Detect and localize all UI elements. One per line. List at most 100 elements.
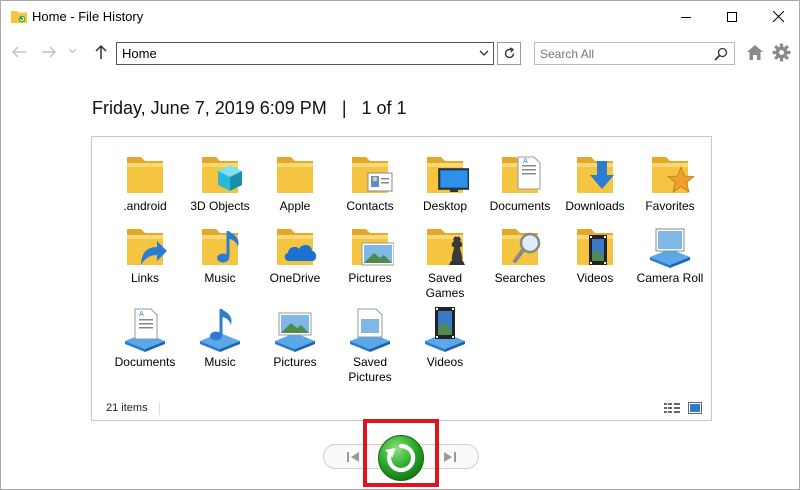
file-item[interactable]: Links: [107, 221, 183, 286]
file-item[interactable]: A Documents: [482, 149, 558, 214]
next-icon: [444, 452, 456, 462]
file-item-label: Searches: [494, 271, 546, 285]
folder-documents-icon: A: [496, 149, 544, 197]
file-item[interactable]: Music: [182, 305, 258, 370]
recent-locations-chevron-icon[interactable]: [68, 47, 77, 55]
item-count: 21 items: [106, 402, 148, 414]
file-item-label: .android: [123, 199, 167, 213]
folder-saved-games-icon: [421, 221, 469, 269]
file-history-window: Home - File History Home Search All Frid…: [0, 0, 800, 490]
file-history-app-icon: [11, 11, 27, 23]
address-value: Home: [122, 46, 157, 61]
file-item[interactable]: .android: [107, 149, 183, 214]
backup-date: Friday, June 7, 2019 6:09 PM: [92, 98, 327, 118]
folder-searches-icon: [496, 221, 544, 269]
file-item[interactable]: Searches: [482, 221, 558, 286]
file-item-label: Favorites: [645, 199, 695, 213]
file-item[interactable]: Pictures: [257, 305, 333, 370]
file-item-label: Pictures: [348, 271, 392, 285]
maximize-icon: [727, 11, 737, 22]
file-item[interactable]: OneDrive: [257, 221, 333, 286]
library-videos-icon: [421, 305, 469, 353]
svg-text:A: A: [523, 157, 528, 165]
address-bar[interactable]: Home: [116, 42, 494, 65]
previous-version-button[interactable]: [341, 448, 365, 466]
large-icons-view-icon[interactable]: [688, 402, 702, 414]
previous-icon: [347, 452, 359, 462]
file-item[interactable]: Videos: [407, 305, 483, 370]
backup-date-header: Friday, June 7, 2019 6:09 PM | 1 of 1: [92, 98, 407, 119]
restore-button[interactable]: [377, 434, 425, 482]
refresh-button[interactable]: [497, 42, 521, 65]
back-arrow-icon[interactable]: [11, 45, 27, 59]
file-item[interactable]: Saved Pictures: [332, 305, 408, 385]
file-item-label: Saved Pictures: [348, 355, 392, 384]
file-item-label: Downloads: [565, 199, 625, 213]
refresh-icon: [504, 47, 514, 59]
folder-icon: [121, 149, 169, 197]
home-icon[interactable]: [746, 44, 764, 61]
file-item[interactable]: Downloads: [557, 149, 633, 214]
file-item-label: Videos: [576, 271, 614, 285]
file-item[interactable]: Camera Roll: [632, 221, 708, 286]
gear-icon[interactable]: [772, 43, 791, 62]
file-item[interactable]: Apple: [257, 149, 333, 214]
library-saved-pictures-icon: [346, 305, 394, 353]
file-item[interactable]: Contacts: [332, 149, 408, 214]
file-item-label: Documents: [114, 355, 176, 369]
file-item[interactable]: Desktop: [407, 149, 483, 214]
search-input[interactable]: Search All: [534, 42, 735, 65]
title-bar: Home - File History: [1, 1, 799, 32]
library-pictures-icon: [271, 305, 319, 353]
library-music-icon: [196, 305, 244, 353]
file-item[interactable]: A Documents: [107, 305, 183, 370]
file-item-label: Desktop: [422, 199, 468, 213]
close-button[interactable]: [755, 1, 800, 32]
folder-videos-icon: [571, 221, 619, 269]
file-item[interactable]: Music: [182, 221, 258, 286]
restore-icon: [378, 435, 424, 481]
folder-favorites-icon: [646, 149, 696, 197]
file-item-label: OneDrive: [269, 271, 321, 285]
file-item-label: Documents: [489, 199, 551, 213]
close-icon: [772, 11, 784, 22]
minimize-icon: [681, 16, 691, 18]
file-item-label: Apple: [279, 199, 311, 213]
file-item-label: Contacts: [346, 199, 394, 213]
folder-links-icon: [121, 221, 169, 269]
maximize-button[interactable]: [709, 1, 755, 32]
svg-text:A: A: [139, 310, 144, 318]
backup-contents-panel: .android 3D Objects Apple Contacts Desktop A D…: [91, 136, 712, 421]
file-item-label: Videos: [426, 355, 464, 369]
file-item-label: Saved Games: [425, 271, 465, 300]
library-documents-icon: A: [121, 305, 169, 353]
minimize-button[interactable]: [663, 1, 709, 32]
folder-3d-objects-icon: [196, 149, 244, 197]
details-view-icon[interactable]: [664, 402, 681, 414]
file-item[interactable]: 3D Objects: [182, 149, 258, 214]
search-icon[interactable]: [714, 47, 728, 61]
file-item-label: Pictures: [273, 355, 317, 369]
folder-pictures-icon: [346, 221, 395, 269]
address-chevron-down-icon[interactable]: [478, 47, 490, 59]
file-item[interactable]: Saved Games: [407, 221, 483, 301]
file-item-label: 3D Objects: [190, 199, 250, 213]
file-item[interactable]: Favorites: [632, 149, 708, 214]
window-title: Home - File History: [32, 9, 144, 24]
folder-downloads-icon: [571, 149, 619, 197]
library-camera-roll-icon: [646, 221, 694, 269]
up-arrow-icon[interactable]: [94, 44, 108, 60]
folder-desktop-icon: [421, 149, 470, 197]
page-indicator: 1 of 1: [361, 98, 407, 118]
file-item-label: Camera Roll: [636, 271, 704, 285]
header-separator: |: [341, 98, 347, 118]
file-item-label: Music: [204, 271, 236, 285]
folder-icon: [271, 149, 319, 197]
forward-arrow-icon[interactable]: [41, 45, 57, 59]
file-item-label: Music: [204, 355, 236, 369]
file-item[interactable]: Videos: [557, 221, 633, 286]
next-version-button[interactable]: [438, 448, 462, 466]
file-item-label: Links: [130, 271, 159, 285]
navigation-bar: Home Search All: [1, 39, 799, 69]
file-item[interactable]: Pictures: [332, 221, 408, 286]
